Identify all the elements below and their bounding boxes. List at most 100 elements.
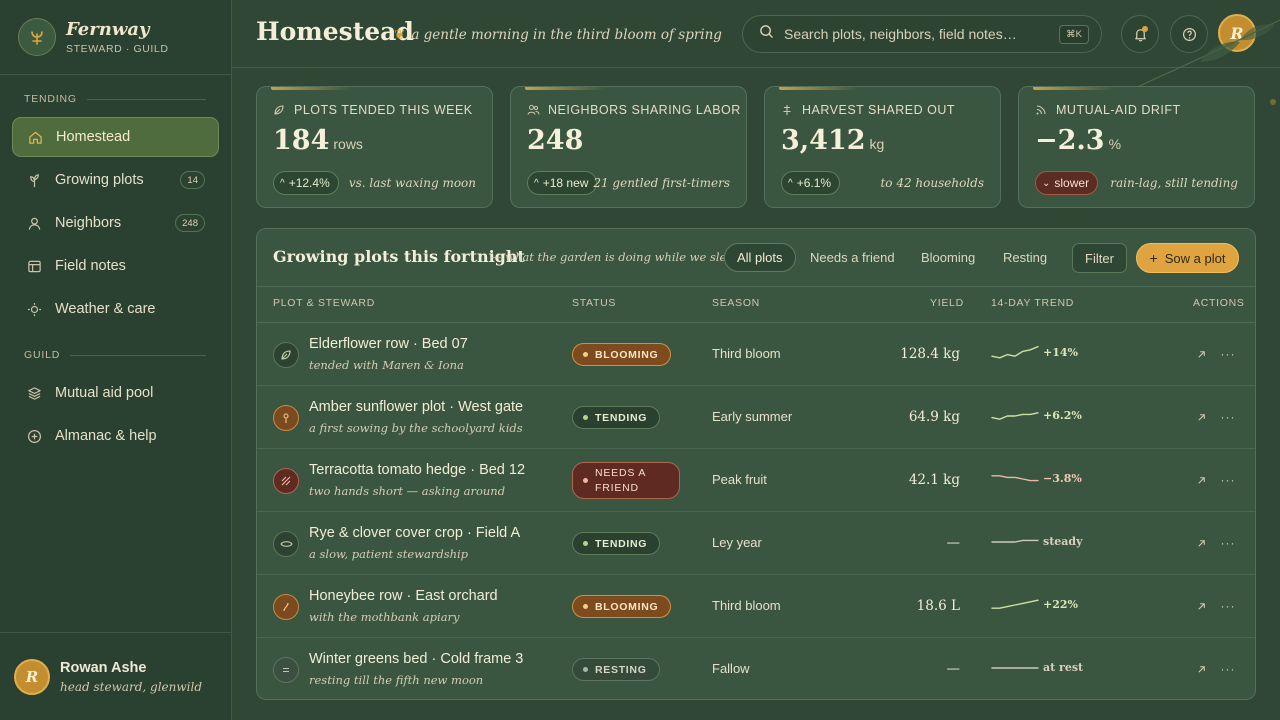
- trend-label: steady: [1043, 535, 1083, 548]
- plots-count-badge: 14: [180, 171, 205, 189]
- tab-all-plots[interactable]: All plots: [724, 243, 796, 272]
- filter-button[interactable]: Filter: [1072, 243, 1127, 273]
- plot-steward-note: resting till the fifth new moon: [309, 673, 484, 687]
- plot-name[interactable]: Winter greens bed · Cold frame 3: [309, 651, 523, 667]
- trend-line: [991, 345, 1039, 359]
- leaf-icon: [273, 342, 299, 368]
- stat-card-mutual-aid-drift[interactable]: MUTUAL-AID DRIFT −2.3 % ⌄ slower rain-lag…: [1018, 86, 1255, 208]
- stat-delta-badge: ⌄ slower: [1035, 171, 1099, 195]
- panel-title: Growing plots this fortnight: [273, 247, 525, 266]
- sidebar-item-weather-care[interactable]: Weather & care: [12, 289, 219, 329]
- plot-name[interactable]: Honeybee row · East orchard: [309, 588, 498, 604]
- search-bar[interactable]: ⌘K: [742, 15, 1102, 53]
- open-arrow-icon[interactable]: [1192, 660, 1210, 678]
- column-header-status[interactable]: STATUS: [572, 297, 616, 309]
- tagline-text: a gentle morning in the third bloom of s…: [411, 27, 722, 43]
- season-cell: Third bloom: [712, 346, 781, 361]
- plot-steward-note: with the mothbank apiary: [309, 610, 460, 624]
- sow-a-plot-button[interactable]: + Sow a plot: [1136, 243, 1239, 273]
- stat-card-plots-tended[interactable]: PLOTS TENDED THIS WEEK 184 rows ^ +12.4% …: [256, 86, 493, 208]
- more-options-icon[interactable]: ···: [1219, 597, 1237, 615]
- plus-circle-icon: [26, 428, 42, 444]
- page-title: Homestead: [256, 17, 414, 46]
- column-header-yield[interactable]: YIELD: [930, 297, 964, 309]
- search-input[interactable]: [784, 26, 1044, 42]
- trend-line: [991, 599, 1039, 609]
- table-row[interactable]: Honeybee row · East orchard with the mot…: [257, 575, 1255, 638]
- brand-subtitle: STEWARD · GUILD: [66, 42, 169, 55]
- yield-cell: 42.1 kg: [908, 472, 960, 488]
- user-role: head steward, glenwild: [60, 680, 203, 694]
- column-header-plot[interactable]: PLOT & STEWARD: [273, 297, 375, 309]
- yield-cell: —: [946, 661, 961, 677]
- signal-icon: [1035, 104, 1048, 117]
- sidebar-item-mutual-aid-pool[interactable]: Mutual aid pool: [12, 373, 219, 413]
- status-badge: TENDING: [572, 532, 661, 555]
- stat-value: 248: [527, 125, 584, 156]
- help-icon: [1182, 27, 1196, 41]
- plot-name[interactable]: Amber sunflower plot · West gate: [309, 399, 523, 415]
- brand[interactable]: Fernway STEWARD · GUILD: [18, 18, 169, 56]
- rest-icon: [273, 657, 299, 683]
- sidebar-item-label: Growing plots: [55, 172, 144, 188]
- trend-sparkline: [991, 667, 1039, 669]
- trend-label: +22%: [1043, 598, 1078, 611]
- tab-needs-a-friend[interactable]: Needs a friend: [798, 243, 907, 272]
- table-row[interactable]: Winter greens bed · Cold frame 3 resting…: [257, 638, 1255, 699]
- stat-value: 184: [273, 125, 330, 156]
- trend-sparkline: [991, 345, 1039, 359]
- more-options-icon[interactable]: ···: [1219, 471, 1237, 489]
- sidebar-item-growing-plots[interactable]: Growing plots 14: [12, 160, 219, 200]
- season-cell: Fallow: [712, 661, 750, 676]
- plot-steward-note: a slow, patient stewardship: [309, 547, 469, 561]
- home-icon: [27, 129, 43, 145]
- trend-line: [991, 539, 1039, 543]
- column-header-trend[interactable]: 14-DAY TREND: [991, 297, 1074, 309]
- open-arrow-icon[interactable]: [1192, 534, 1210, 552]
- stat-card-harvest-shared[interactable]: HARVEST SHARED OUT 3,412 kg ^ +6.1% to 42…: [764, 86, 1001, 208]
- sun-icon: [26, 301, 42, 317]
- tab-blooming[interactable]: Blooming: [909, 243, 987, 272]
- open-arrow-icon[interactable]: [1192, 408, 1210, 426]
- user-profile[interactable]: R Rowan Ashe head steward, glenwild: [0, 632, 232, 720]
- stat-label: MUTUAL-AID DRIFT: [1056, 103, 1181, 117]
- sidebar-item-almanac-help[interactable]: Almanac & help: [12, 416, 219, 456]
- trend-sparkline: [991, 539, 1039, 543]
- sidebar-item-neighbors[interactable]: Neighbors 248: [12, 203, 219, 243]
- yield-cell: 128.4 kg: [900, 346, 960, 362]
- plot-name[interactable]: Terracotta tomato hedge · Bed 12: [309, 462, 525, 478]
- table-row[interactable]: Terracotta tomato hedge · Bed 12 two han…: [257, 449, 1255, 512]
- table-row[interactable]: Amber sunflower plot · West gate a first…: [257, 386, 1255, 449]
- help-button[interactable]: [1170, 15, 1208, 53]
- tab-resting[interactable]: Resting: [991, 243, 1059, 272]
- chevron-up-icon: ^: [280, 177, 285, 189]
- header-avatar[interactable]: R: [1218, 14, 1256, 52]
- notifications-button[interactable]: [1121, 15, 1159, 53]
- open-arrow-icon[interactable]: [1192, 597, 1210, 615]
- plot-name[interactable]: Elderflower row · Bed 07: [309, 336, 468, 352]
- open-arrow-icon[interactable]: [1192, 345, 1210, 363]
- trend-label: −3.8%: [1043, 472, 1082, 485]
- more-options-icon[interactable]: ···: [1219, 534, 1237, 552]
- more-options-icon[interactable]: ···: [1219, 345, 1237, 363]
- more-options-icon[interactable]: ···: [1219, 660, 1237, 678]
- column-header-season[interactable]: SEASON: [712, 297, 760, 309]
- trend-line: [991, 412, 1039, 420]
- table-row[interactable]: Rye & clover cover crop · Field A a slow…: [257, 512, 1255, 575]
- sidebar-item-field-notes[interactable]: Field notes: [12, 246, 219, 286]
- more-options-icon[interactable]: ···: [1219, 408, 1237, 426]
- sidebar-item-label: Neighbors: [55, 215, 122, 231]
- status-dot: [583, 415, 588, 420]
- yield-cell: —: [946, 535, 961, 551]
- plot-name[interactable]: Rye & clover cover crop · Field A: [309, 525, 520, 541]
- sidebar-item-homestead[interactable]: Homestead: [12, 117, 219, 157]
- panel-header: Growing plots this fortnight — what the …: [257, 229, 1255, 287]
- stat-card-neighbors-sharing[interactable]: NEIGHBORS SHARING LABOR 248 ^ +18 new 21 …: [510, 86, 747, 208]
- table-row[interactable]: Elderflower row · Bed 07 tended with Mar…: [257, 323, 1255, 386]
- plot-steward-note: tended with Maren & Iona: [309, 358, 464, 372]
- sidebar-item-label: Weather & care: [55, 301, 156, 317]
- plot-steward-note: two hands short — asking around: [309, 484, 506, 498]
- stat-unit: kg: [869, 136, 885, 152]
- status-badge: RESTING: [572, 658, 660, 681]
- open-arrow-icon[interactable]: [1192, 471, 1210, 489]
